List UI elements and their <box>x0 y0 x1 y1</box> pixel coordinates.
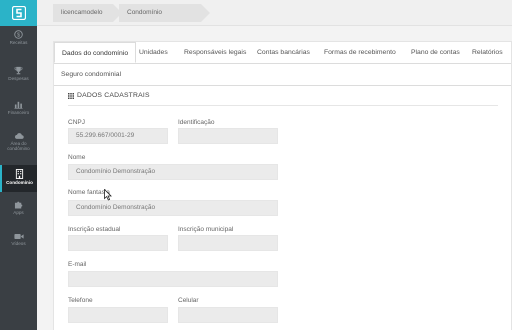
building-icon <box>15 169 24 179</box>
sidebar-item-receitas[interactable]: $ Receitas <box>0 30 37 54</box>
tab-formas-de-recebimento[interactable]: Formas de recebimento <box>324 42 396 63</box>
inscricao-estadual-label: Inscrição estadual <box>68 226 121 233</box>
logo-icon <box>11 6 26 20</box>
telefone-field[interactable] <box>68 307 168 323</box>
sidebar-item-videos[interactable]: Vídeos <box>0 233 37 257</box>
sidebar: $ Receitas Despesas Financeiro Área do c… <box>0 0 37 330</box>
puzzle-icon <box>14 201 22 209</box>
sidebar-item-label: Área do condômino <box>7 141 30 151</box>
sidebar-item-financeiro[interactable]: Financeiro <box>0 100 37 124</box>
nome-field[interactable]: Condomínio Demonstração <box>68 164 278 180</box>
inscricao-municipal-label: Inscrição municipal <box>178 226 234 233</box>
tab-contas-bancarias[interactable]: Contas bancárias <box>257 42 310 63</box>
sidebar-item-apps[interactable]: Apps <box>0 200 37 224</box>
email-field[interactable] <box>68 271 278 287</box>
cnpj-field[interactable]: 55.299.667/0001-29 <box>68 128 168 144</box>
trophy-icon <box>14 66 23 75</box>
celular-field[interactable] <box>178 307 278 323</box>
sidebar-item-condominio[interactable]: Condomínio <box>0 165 37 192</box>
inscricao-estadual-field[interactable] <box>68 235 168 251</box>
tab-row-1: Dados do condomínio Unidades Responsávei… <box>54 42 511 64</box>
cloud-icon <box>14 133 24 139</box>
top-bar: licencamodelo Condomínio Demonstração <box>37 0 512 34</box>
tab-divider <box>54 85 511 86</box>
app-logo[interactable] <box>0 0 37 26</box>
telefone-label: Telefone <box>68 297 93 304</box>
section-header: DADOS CADASTRAIS <box>68 91 498 107</box>
inscricao-municipal-field[interactable] <box>178 235 278 251</box>
section-title: DADOS CADASTRAIS <box>68 92 150 99</box>
email-label: E-mail <box>68 261 87 268</box>
nome-label: Nome <box>68 154 86 161</box>
bar-chart-icon <box>14 101 23 109</box>
nome-fantasia-field[interactable]: Condomínio Demonstração <box>68 200 278 216</box>
section-title-text: DADOS CADASTRAIS <box>77 92 150 99</box>
cnpj-label: CNPJ <box>68 119 85 126</box>
sidebar-item-label: Condomínio <box>6 180 33 185</box>
grid-icon <box>68 92 74 99</box>
celular-label: Celular <box>178 297 199 304</box>
sidebar-item-label: Receitas <box>9 40 28 45</box>
video-camera-icon <box>13 234 24 239</box>
breadcrumb-item-license[interactable]: licencamodelo <box>53 4 122 22</box>
breadcrumb-item-condominium[interactable]: Condomínio Demonstração <box>119 4 210 34</box>
sidebar-item-label: Vídeos <box>11 241 26 246</box>
sidebar-item-label: Apps <box>13 210 24 215</box>
mouse-cursor-icon <box>104 189 112 201</box>
tab-unidades[interactable]: Unidades <box>139 42 168 63</box>
main-content: Dados do condomínio Unidades Responsávei… <box>37 26 512 330</box>
tab-seguro-condominial[interactable]: Seguro condominial <box>61 64 121 85</box>
tab-row-2: Seguro condominial <box>54 64 511 86</box>
tab-relatorios[interactable]: Relatórios <box>472 42 503 63</box>
tab-dados-do-condominio[interactable]: Dados do condomínio <box>54 42 137 63</box>
identificacao-field[interactable] <box>178 128 278 144</box>
tab-plano-de-contas[interactable]: Plano de contas <box>411 42 460 63</box>
identificacao-label: Identificação <box>178 119 215 126</box>
sidebar-item-despesas[interactable]: Despesas <box>0 66 37 90</box>
sidebar-item-label: Financeiro <box>7 110 30 115</box>
sidebar-item-area-do-condomino[interactable]: Área do condômino <box>0 132 37 158</box>
tab-responsaveis-legais[interactable]: Responsáveis legais <box>184 42 246 63</box>
sidebar-item-label: Despesas <box>8 76 29 81</box>
dollar-icon: $ <box>14 30 23 39</box>
section-divider <box>68 105 498 106</box>
condominium-panel: Dados do condomínio Unidades Responsávei… <box>53 41 512 330</box>
